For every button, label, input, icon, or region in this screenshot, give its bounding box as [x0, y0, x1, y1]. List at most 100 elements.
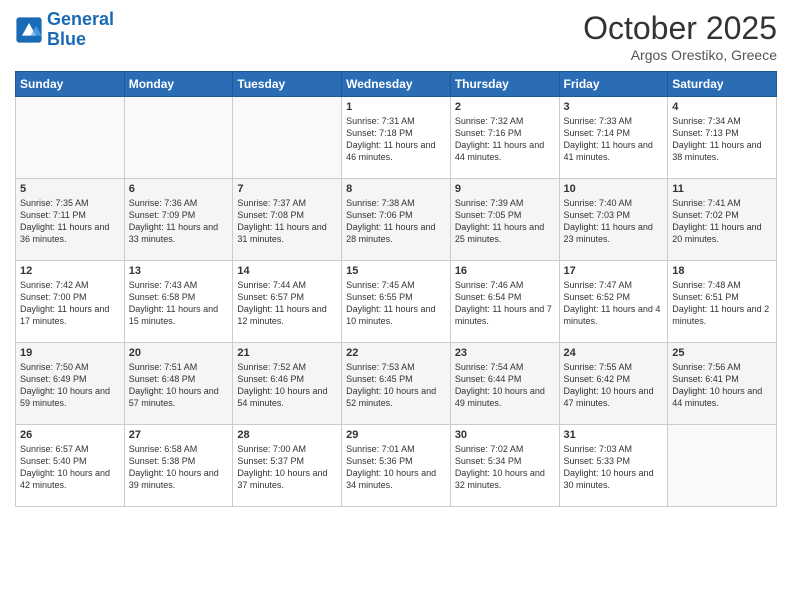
cell-info: Sunrise: 7:03 AMSunset: 5:33 PMDaylight:…: [564, 444, 654, 490]
cell-1-1: 6 Sunrise: 7:36 AMSunset: 7:09 PMDayligh…: [124, 179, 233, 261]
header-saturday: Saturday: [668, 72, 777, 97]
week-row-2: 12 Sunrise: 7:42 AMSunset: 7:00 PMDaylig…: [16, 261, 777, 343]
cell-1-3: 8 Sunrise: 7:38 AMSunset: 7:06 PMDayligh…: [342, 179, 451, 261]
cell-3-5: 24 Sunrise: 7:55 AMSunset: 6:42 PMDaylig…: [559, 343, 668, 425]
day-number: 18: [672, 265, 772, 277]
cell-info: Sunrise: 7:36 AMSunset: 7:09 PMDaylight:…: [129, 198, 218, 244]
day-number: 16: [455, 265, 555, 277]
page-container: General Blue October 2025 Argos Orestiko…: [0, 0, 792, 517]
logo: General Blue: [15, 10, 114, 50]
cell-info: Sunrise: 7:54 AMSunset: 6:44 PMDaylight:…: [455, 362, 545, 408]
day-number: 29: [346, 429, 446, 441]
day-number: 28: [237, 429, 337, 441]
day-number: 10: [564, 183, 664, 195]
cell-0-5: 3 Sunrise: 7:33 AMSunset: 7:14 PMDayligh…: [559, 97, 668, 179]
day-number: 11: [672, 183, 772, 195]
cell-3-0: 19 Sunrise: 7:50 AMSunset: 6:49 PMDaylig…: [16, 343, 125, 425]
day-number: 27: [129, 429, 229, 441]
logo-blue: Blue: [47, 29, 86, 49]
cell-0-2: [233, 97, 342, 179]
cell-info: Sunrise: 7:45 AMSunset: 6:55 PMDaylight:…: [346, 280, 435, 326]
cell-2-4: 16 Sunrise: 7:46 AMSunset: 6:54 PMDaylig…: [450, 261, 559, 343]
day-number: 26: [20, 429, 120, 441]
day-number: 2: [455, 101, 555, 113]
cell-info: Sunrise: 7:43 AMSunset: 6:58 PMDaylight:…: [129, 280, 218, 326]
cell-3-3: 22 Sunrise: 7:53 AMSunset: 6:45 PMDaylig…: [342, 343, 451, 425]
cell-4-5: 31 Sunrise: 7:03 AMSunset: 5:33 PMDaylig…: [559, 425, 668, 507]
cell-info: Sunrise: 7:53 AMSunset: 6:45 PMDaylight:…: [346, 362, 436, 408]
day-number: 5: [20, 183, 120, 195]
cell-info: Sunrise: 7:34 AMSunset: 7:13 PMDaylight:…: [672, 116, 761, 162]
calendar-header-row: Sunday Monday Tuesday Wednesday Thursday…: [16, 72, 777, 97]
cell-2-3: 15 Sunrise: 7:45 AMSunset: 6:55 PMDaylig…: [342, 261, 451, 343]
cell-info: Sunrise: 7:46 AMSunset: 6:54 PMDaylight:…: [455, 280, 552, 326]
cell-info: Sunrise: 7:38 AMSunset: 7:06 PMDaylight:…: [346, 198, 435, 244]
cell-info: Sunrise: 7:56 AMSunset: 6:41 PMDaylight:…: [672, 362, 762, 408]
cell-3-2: 21 Sunrise: 7:52 AMSunset: 6:46 PMDaylig…: [233, 343, 342, 425]
cell-0-0: [16, 97, 125, 179]
cell-info: Sunrise: 7:32 AMSunset: 7:16 PMDaylight:…: [455, 116, 544, 162]
header-tuesday: Tuesday: [233, 72, 342, 97]
week-row-0: 1 Sunrise: 7:31 AMSunset: 7:18 PMDayligh…: [16, 97, 777, 179]
cell-0-3: 1 Sunrise: 7:31 AMSunset: 7:18 PMDayligh…: [342, 97, 451, 179]
header-sunday: Sunday: [16, 72, 125, 97]
cell-2-0: 12 Sunrise: 7:42 AMSunset: 7:00 PMDaylig…: [16, 261, 125, 343]
day-number: 17: [564, 265, 664, 277]
cell-0-6: 4 Sunrise: 7:34 AMSunset: 7:13 PMDayligh…: [668, 97, 777, 179]
day-number: 3: [564, 101, 664, 113]
cell-info: Sunrise: 7:48 AMSunset: 6:51 PMDaylight:…: [672, 280, 769, 326]
calendar-table: Sunday Monday Tuesday Wednesday Thursday…: [15, 71, 777, 507]
cell-3-6: 25 Sunrise: 7:56 AMSunset: 6:41 PMDaylig…: [668, 343, 777, 425]
day-number: 7: [237, 183, 337, 195]
cell-info: Sunrise: 7:44 AMSunset: 6:57 PMDaylight:…: [237, 280, 326, 326]
logo-text: General Blue: [47, 10, 114, 50]
cell-2-6: 18 Sunrise: 7:48 AMSunset: 6:51 PMDaylig…: [668, 261, 777, 343]
week-row-4: 26 Sunrise: 6:57 AMSunset: 5:40 PMDaylig…: [16, 425, 777, 507]
cell-info: Sunrise: 7:37 AMSunset: 7:08 PMDaylight:…: [237, 198, 326, 244]
week-row-3: 19 Sunrise: 7:50 AMSunset: 6:49 PMDaylig…: [16, 343, 777, 425]
day-number: 9: [455, 183, 555, 195]
cell-info: Sunrise: 7:52 AMSunset: 6:46 PMDaylight:…: [237, 362, 327, 408]
cell-info: Sunrise: 7:00 AMSunset: 5:37 PMDaylight:…: [237, 444, 327, 490]
cell-info: Sunrise: 7:47 AMSunset: 6:52 PMDaylight:…: [564, 280, 661, 326]
cell-1-4: 9 Sunrise: 7:39 AMSunset: 7:05 PMDayligh…: [450, 179, 559, 261]
cell-2-5: 17 Sunrise: 7:47 AMSunset: 6:52 PMDaylig…: [559, 261, 668, 343]
day-number: 19: [20, 347, 120, 359]
day-number: 1: [346, 101, 446, 113]
logo-general: General: [47, 9, 114, 29]
header-friday: Friday: [559, 72, 668, 97]
header: General Blue October 2025 Argos Orestiko…: [15, 10, 777, 63]
cell-1-5: 10 Sunrise: 7:40 AMSunset: 7:03 PMDaylig…: [559, 179, 668, 261]
cell-4-1: 27 Sunrise: 6:58 AMSunset: 5:38 PMDaylig…: [124, 425, 233, 507]
day-number: 8: [346, 183, 446, 195]
cell-info: Sunrise: 7:01 AMSunset: 5:36 PMDaylight:…: [346, 444, 436, 490]
cell-1-0: 5 Sunrise: 7:35 AMSunset: 7:11 PMDayligh…: [16, 179, 125, 261]
cell-info: Sunrise: 7:41 AMSunset: 7:02 PMDaylight:…: [672, 198, 761, 244]
day-number: 23: [455, 347, 555, 359]
day-number: 14: [237, 265, 337, 277]
day-number: 24: [564, 347, 664, 359]
cell-0-1: [124, 97, 233, 179]
cell-info: Sunrise: 7:31 AMSunset: 7:18 PMDaylight:…: [346, 116, 435, 162]
logo-icon: [15, 16, 43, 44]
cell-info: Sunrise: 7:55 AMSunset: 6:42 PMDaylight:…: [564, 362, 654, 408]
location-subtitle: Argos Orestiko, Greece: [583, 47, 777, 63]
cell-info: Sunrise: 7:39 AMSunset: 7:05 PMDaylight:…: [455, 198, 544, 244]
header-thursday: Thursday: [450, 72, 559, 97]
cell-info: Sunrise: 7:02 AMSunset: 5:34 PMDaylight:…: [455, 444, 545, 490]
cell-4-2: 28 Sunrise: 7:00 AMSunset: 5:37 PMDaylig…: [233, 425, 342, 507]
cell-info: Sunrise: 7:40 AMSunset: 7:03 PMDaylight:…: [564, 198, 653, 244]
day-number: 15: [346, 265, 446, 277]
day-number: 31: [564, 429, 664, 441]
cell-3-1: 20 Sunrise: 7:51 AMSunset: 6:48 PMDaylig…: [124, 343, 233, 425]
cell-4-0: 26 Sunrise: 6:57 AMSunset: 5:40 PMDaylig…: [16, 425, 125, 507]
cell-info: Sunrise: 6:57 AMSunset: 5:40 PMDaylight:…: [20, 444, 110, 490]
day-number: 30: [455, 429, 555, 441]
cell-2-1: 13 Sunrise: 7:43 AMSunset: 6:58 PMDaylig…: [124, 261, 233, 343]
cell-4-6: [668, 425, 777, 507]
title-block: October 2025 Argos Orestiko, Greece: [583, 10, 777, 63]
cell-info: Sunrise: 7:50 AMSunset: 6:49 PMDaylight:…: [20, 362, 110, 408]
month-title: October 2025: [583, 10, 777, 47]
cell-info: Sunrise: 7:42 AMSunset: 7:00 PMDaylight:…: [20, 280, 109, 326]
day-number: 4: [672, 101, 772, 113]
